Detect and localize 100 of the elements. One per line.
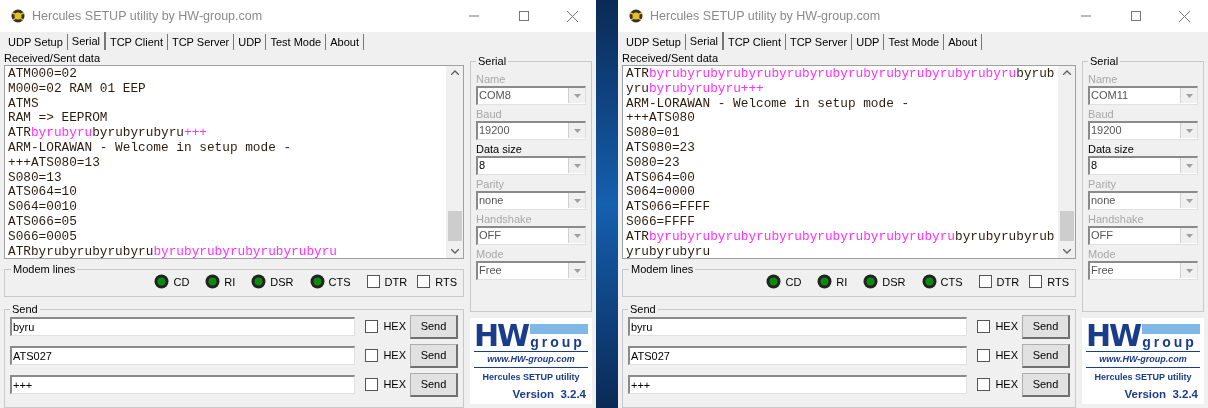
section-label: Received/Sent data [4, 51, 101, 65]
scrollbar[interactable] [1058, 66, 1075, 258]
caret-icon [1185, 163, 1193, 168]
log-line: +++ATS080=13 [8, 155, 100, 171]
send-button[interactable]: Send [410, 314, 458, 339]
log-line: ATS064=00 [626, 170, 695, 186]
checkbox[interactable] [365, 378, 379, 391]
log-line: yrubyrubyru [626, 244, 711, 258]
brand-logo: HWgroup www.HW-group.com Hercules SETUP utility Version 3.2.4 [470, 318, 592, 404]
scrollbar-thumb[interactable] [1059, 211, 1074, 241]
led-label: CTS [328, 274, 351, 290]
led-label: CD [173, 274, 190, 290]
log-line: ATRbyrubyrubyrubyrubyrubyrubyrubyrubyrubyrubyrubyrubyrub [626, 67, 1055, 82]
log-line: RAM => EEPROM [8, 111, 108, 127]
log-line: S066=FFFF [626, 214, 695, 230]
field-label: Parity [1088, 176, 1118, 191]
checkbox[interactable] [1029, 275, 1043, 289]
log-line: ATRbyrubyrubyrubyrubyrubyrubyrubyrubyrubyru [8, 244, 337, 258]
field-label: Data size [1088, 141, 1135, 156]
log-line: S066=0005 [8, 229, 77, 245]
group-label: Send [11, 302, 39, 317]
checkbox[interactable] [977, 378, 991, 391]
send-field[interactable]: byru [628, 317, 968, 336]
checkbox[interactable] [417, 275, 431, 289]
checkbox[interactable] [977, 320, 991, 333]
field-label: Parity [476, 176, 506, 191]
caret-icon [1185, 93, 1193, 98]
log-line: ATRbyrubyrubyrubyrubyrubyrubyrubyrubyrubyrubyrubyrubyrub [626, 229, 1055, 245]
checkbox-label: RTS [1047, 274, 1069, 290]
group-label: Modem lines [12, 262, 77, 277]
scrollbar-thumb[interactable] [447, 211, 462, 241]
checkbox-label: HEX [383, 348, 406, 364]
caret-icon [1185, 268, 1193, 273]
group-label: Serial [477, 54, 508, 69]
log-line: M000=02 RAM 01 EEP [8, 81, 146, 97]
checkbox[interactable] [365, 320, 379, 333]
caret-icon [573, 93, 581, 98]
log-line: +++ATS080 [626, 111, 695, 127]
log-line: ATM000=02 [8, 67, 77, 82]
caret-icon [1185, 128, 1193, 133]
close-icon[interactable] [1179, 10, 1190, 22]
send-field[interactable]: +++ [10, 375, 356, 394]
led-label: CD [785, 274, 802, 290]
field-label: Baud [476, 106, 503, 121]
checkbox[interactable] [366, 275, 380, 289]
caret-icon [573, 128, 581, 133]
group-label: Send [629, 302, 657, 317]
field-label: Mode [1088, 246, 1117, 261]
checkbox[interactable] [365, 349, 379, 362]
send-button[interactable]: Send [410, 372, 458, 397]
caret-icon [1185, 233, 1193, 238]
caret-icon [1185, 198, 1193, 203]
scrollbar[interactable] [446, 66, 463, 258]
field-label: Name [476, 71, 507, 86]
send-button[interactable]: Send [1022, 314, 1070, 339]
checkbox-label: HEX [995, 319, 1018, 335]
send-field[interactable]: byru [10, 317, 356, 336]
close-icon[interactable] [567, 10, 578, 22]
checkbox-label: HEX [995, 348, 1018, 364]
log-line: yrubyrubyrubyru+++ [626, 81, 764, 97]
send-button[interactable]: Send [410, 343, 458, 368]
send-field[interactable]: ATS027 [10, 346, 356, 365]
log-line: ATS080=23 [626, 141, 695, 156]
send-field[interactable]: +++ [628, 375, 968, 394]
section-label: Received/Sent data [622, 51, 719, 65]
group-label: Serial [1089, 54, 1120, 69]
send-button[interactable]: Send [1022, 343, 1070, 368]
checkbox[interactable] [977, 349, 991, 362]
checkbox-label: HEX [383, 377, 406, 393]
field-label: Mode [476, 246, 505, 261]
checkbox-label: DTR [996, 274, 1020, 290]
log-line: S080=23 [626, 155, 680, 171]
app-icon [628, 8, 644, 24]
log-line: S064=0010 [8, 200, 77, 215]
maximize-icon[interactable] [519, 11, 529, 21]
field-label: Baud [1088, 106, 1115, 121]
app-icon [10, 8, 26, 24]
send-field[interactable]: ATS027 [628, 346, 968, 365]
field-label: Handshake [1088, 211, 1145, 226]
caret-icon [573, 268, 581, 273]
led-label: DSR [270, 274, 294, 290]
log-line: S080=13 [8, 170, 62, 186]
led-label: RI [224, 274, 236, 290]
field-label: Data size [476, 141, 523, 156]
log-line: ATS064=10 [8, 185, 77, 201]
brand-logo: HWgroup www.HW-group.com Hercules SETUP utility Version 3.2.4 [1082, 318, 1204, 404]
dropdown[interactable]: 8 [1088, 155, 1198, 175]
checkbox-label: DTR [384, 274, 408, 290]
log-line: ATS066=05 [8, 214, 77, 230]
dropdown[interactable]: 8 [476, 155, 586, 175]
log-line: ATS066=FFFF [626, 200, 711, 215]
window-title: Hercules SETUP utility by HW-group.com [650, 7, 881, 25]
maximize-icon[interactable] [1131, 11, 1141, 21]
log-line: S064=0000 [626, 185, 695, 201]
log-line: ARM-LORAWAN - Welcome in setup mode - [626, 96, 910, 112]
led-label: DSR [882, 274, 906, 290]
checkbox-label: HEX [995, 377, 1018, 393]
checkbox[interactable] [978, 275, 992, 289]
caret-icon [573, 198, 581, 203]
send-button[interactable]: Send [1022, 372, 1070, 397]
